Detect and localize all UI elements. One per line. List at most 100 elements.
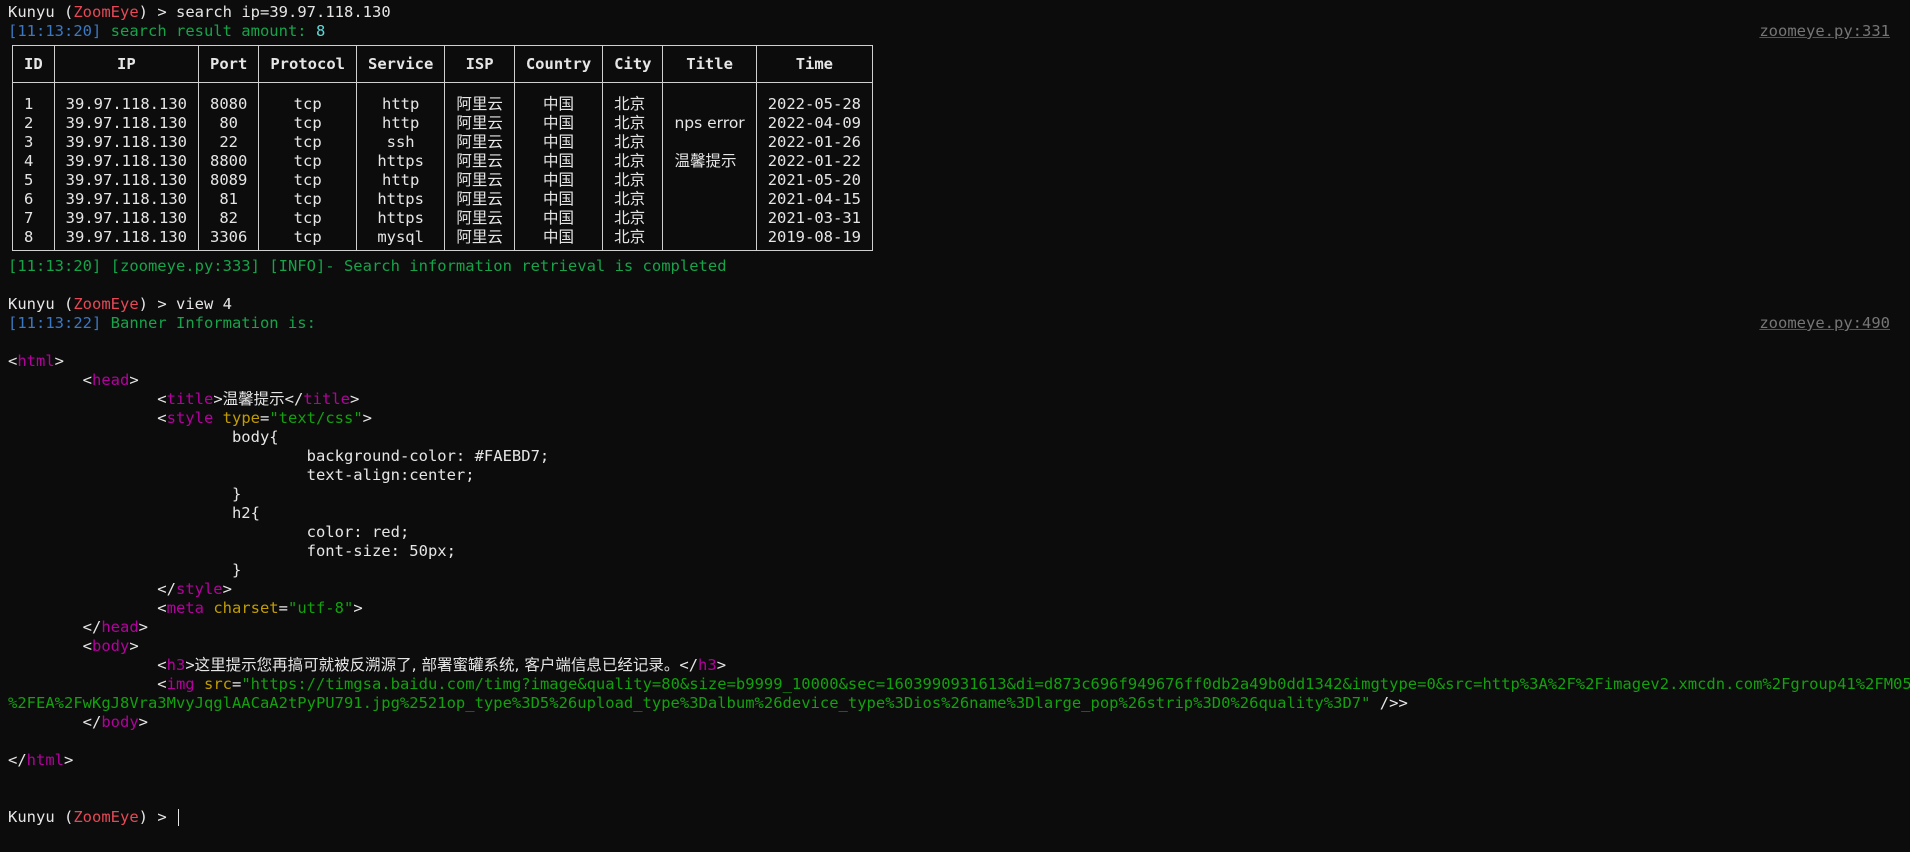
prompt-user: Kunyu — [8, 3, 55, 21]
table-cell: 8800 — [197, 152, 260, 171]
table-cell: 4 — [12, 152, 55, 171]
prompt-paren-close: ) — [138, 3, 149, 21]
terminal-window[interactable]: Kunyu (ZoomEye) > search ip=39.97.118.13… — [8, 3, 1910, 827]
table-cell: 阿里云 — [444, 95, 515, 114]
table-cell: 中国 — [513, 133, 604, 152]
table-header-row: ID IP Port Protocol Service ISP Country … — [12, 45, 874, 83]
timestamp: [11:13:22] — [8, 314, 102, 332]
table-row: 6 39.97.118.130 81 tcp https 阿里云 中国 北京 2021-04-1… — [12, 190, 874, 209]
table-cell: 中国 — [513, 190, 604, 209]
table-cell: 中国 — [513, 114, 604, 133]
col-header-country: Country — [513, 45, 604, 83]
table-cell: 39.97.118.130 — [53, 133, 200, 152]
prompt-paren-close: ) — [138, 808, 149, 826]
table-cell: 阿里云 — [444, 209, 515, 228]
table-cell: 北京 — [602, 190, 664, 209]
table-row: 7 39.97.118.130 82 tcp https 阿里云 中国 北京 2021-03-3… — [12, 209, 874, 228]
prompt-arrow: > — [148, 3, 177, 21]
table-cell: nps error — [662, 114, 757, 133]
table-cell: ssh — [355, 133, 446, 152]
table-cell: 北京 — [602, 209, 664, 228]
table-cell: 中国 — [513, 152, 604, 171]
src-line: text-align:center; — [306, 466, 475, 484]
table-cell: https — [355, 190, 446, 209]
table-cell: tcp — [258, 190, 357, 209]
table-cell: 8 — [12, 228, 55, 251]
table-cell: 中国 — [513, 209, 604, 228]
table-cell: 22 — [197, 133, 260, 152]
prompt-paren-open: ( — [54, 3, 74, 21]
table-cell: 2022-01-22 — [755, 152, 874, 171]
text-cursor — [178, 809, 180, 826]
src-line: <meta charset="utf-8"> — [8, 599, 363, 617]
table-cell — [662, 171, 757, 190]
table-cell: 39.97.118.130 — [53, 152, 200, 171]
col-header-id: ID — [12, 45, 55, 83]
table-cell: 80 — [197, 114, 260, 133]
src-line: } — [231, 561, 242, 579]
src-line: </body> — [8, 713, 148, 731]
prompt-paren-open: ( — [54, 295, 74, 313]
table-cell: 82 — [197, 209, 260, 228]
table-cell: 2022-05-28 — [755, 95, 874, 114]
table-cell: 阿里云 — [444, 228, 515, 251]
src-line: <img src="https://timgsa.baidu.com/timg?… — [8, 675, 1910, 693]
table-cell: 39.97.118.130 — [53, 228, 200, 251]
col-header-time: Time — [755, 45, 874, 83]
table-cell: 阿里云 — [444, 152, 515, 171]
col-header-city: City — [602, 45, 664, 83]
src-line: %2FEA%2FwKgJ8Vra3MvyJqglAACaA2tPyPU791.j… — [8, 694, 1408, 712]
table-cell: 2021-04-15 — [755, 190, 874, 209]
table-cell: 81 — [197, 190, 260, 209]
command-text: view 4 — [176, 295, 233, 313]
table-cell: tcp — [258, 209, 357, 228]
result-count: 8 — [315, 22, 326, 40]
timestamp: [11:13:20] — [8, 22, 102, 40]
table-cell: 8080 — [197, 95, 260, 114]
col-header-protocol: Protocol — [258, 45, 357, 83]
table-cell: 39.97.118.130 — [53, 190, 200, 209]
table-cell: mysql — [355, 228, 446, 251]
prompt-arrow: > — [148, 295, 177, 313]
src-line: <title>温馨提示</title> — [8, 390, 360, 408]
src-line: background-color: #FAEBD7; — [306, 447, 550, 465]
banner-info-line: [11:13:22] Banner Information is: zoomeye… — [8, 314, 1890, 333]
col-header-port: Port — [197, 45, 260, 83]
src-line: <h3>这里提示您再搞可就被反溯源了, 部署蜜罐系统, 客户端信息已经记录。</… — [8, 656, 727, 674]
table-cell: 3306 — [197, 228, 260, 251]
command-line[interactable]: Kunyu (ZoomEye) > — [8, 808, 1890, 827]
table-cell: 5 — [12, 171, 55, 190]
table-cell: 8089 — [197, 171, 260, 190]
table-cell: 北京 — [602, 228, 664, 251]
table-row: 4 39.97.118.130 8800 tcp https 阿里云 中国 北京 温馨提示 202… — [12, 152, 874, 171]
source-ref-link[interactable]: zoomeye.py:331 — [1759, 22, 1890, 41]
table-cell: 北京 — [602, 95, 664, 114]
banner-info-label: Banner Information is: — [101, 314, 316, 332]
table-cell — [662, 95, 757, 114]
table-row: 3 39.97.118.130 22 tcp ssh 阿里云 中国 北京 2022-01-26 — [12, 133, 874, 152]
table-cell: 温馨提示 — [662, 152, 757, 171]
table-cell: 北京 — [602, 133, 664, 152]
table-cell: 7 — [12, 209, 55, 228]
src-line: <head> — [8, 371, 139, 389]
table-cell: 阿里云 — [444, 190, 515, 209]
table-cell: tcp — [258, 133, 357, 152]
table-cell: 6 — [12, 190, 55, 209]
table-cell: 北京 — [602, 152, 664, 171]
table-cell: 2 — [12, 114, 55, 133]
prompt-app: ZoomEye — [73, 808, 139, 826]
table-spacer — [12, 82, 874, 95]
table-row: 1 39.97.118.130 8080 tcp http 阿里云 中国 北京 2022-05-… — [12, 95, 874, 114]
table-row: 8 39.97.118.130 3306 tcp mysql 阿里云 中国 北京 2019-08… — [12, 228, 874, 251]
source-ref-link[interactable]: zoomeye.py:490 — [1759, 314, 1890, 333]
table-row: 2 39.97.118.130 80 tcp http 阿里云 中国 北京 nps error 2… — [12, 114, 874, 133]
banner-source: <html> <head> <title>温馨提示</title> <style… — [8, 352, 1910, 770]
table-cell: tcp — [258, 171, 357, 190]
table-cell: 2022-04-09 — [755, 114, 874, 133]
col-header-service: Service — [355, 45, 446, 83]
table-cell: tcp — [258, 228, 357, 251]
prompt-app: ZoomEye — [73, 3, 139, 21]
table-cell: 2021-03-31 — [755, 209, 874, 228]
src-line: </head> — [8, 618, 148, 636]
result-amount-line: [11:13:20] search result amount: 8 zoomey… — [8, 22, 1890, 41]
